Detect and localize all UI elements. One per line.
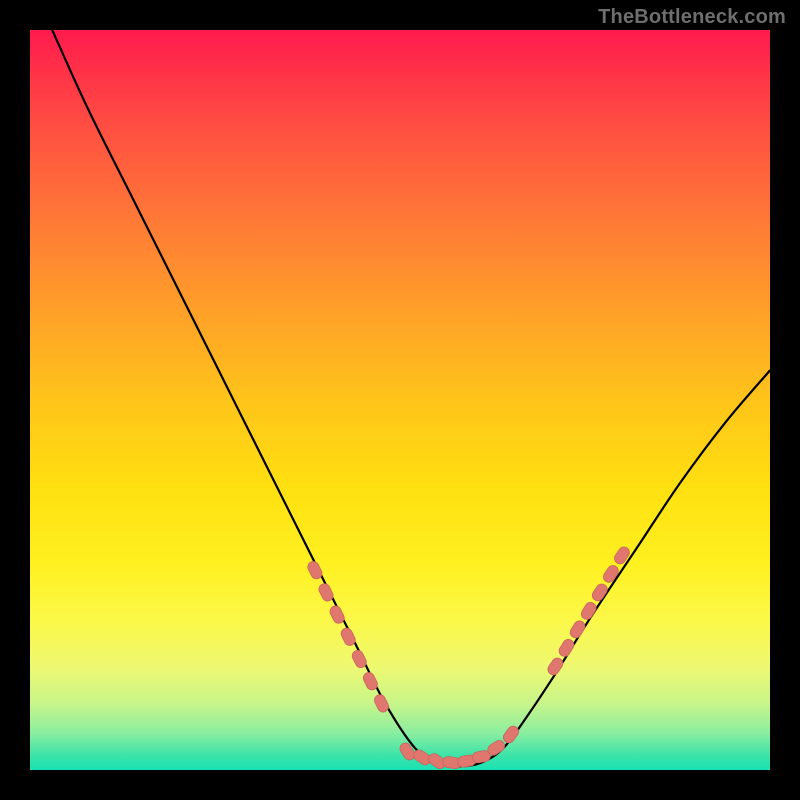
curve-marker	[568, 619, 587, 640]
curve-markers	[306, 545, 632, 770]
bottleneck-curve	[52, 30, 770, 766]
curve-svg	[30, 30, 770, 770]
curve-marker	[373, 693, 391, 714]
gradient-plot-area	[30, 30, 770, 770]
curve-marker	[601, 563, 620, 584]
curve-marker	[546, 656, 565, 677]
curve-marker	[590, 582, 609, 603]
chart-frame: TheBottleneck.com	[0, 0, 800, 800]
curve-marker	[557, 637, 576, 658]
watermark-text: TheBottleneck.com	[598, 6, 786, 29]
curve-marker	[612, 545, 631, 566]
curve-marker	[579, 600, 598, 621]
curve-marker	[501, 724, 521, 745]
curve-marker	[398, 741, 417, 762]
